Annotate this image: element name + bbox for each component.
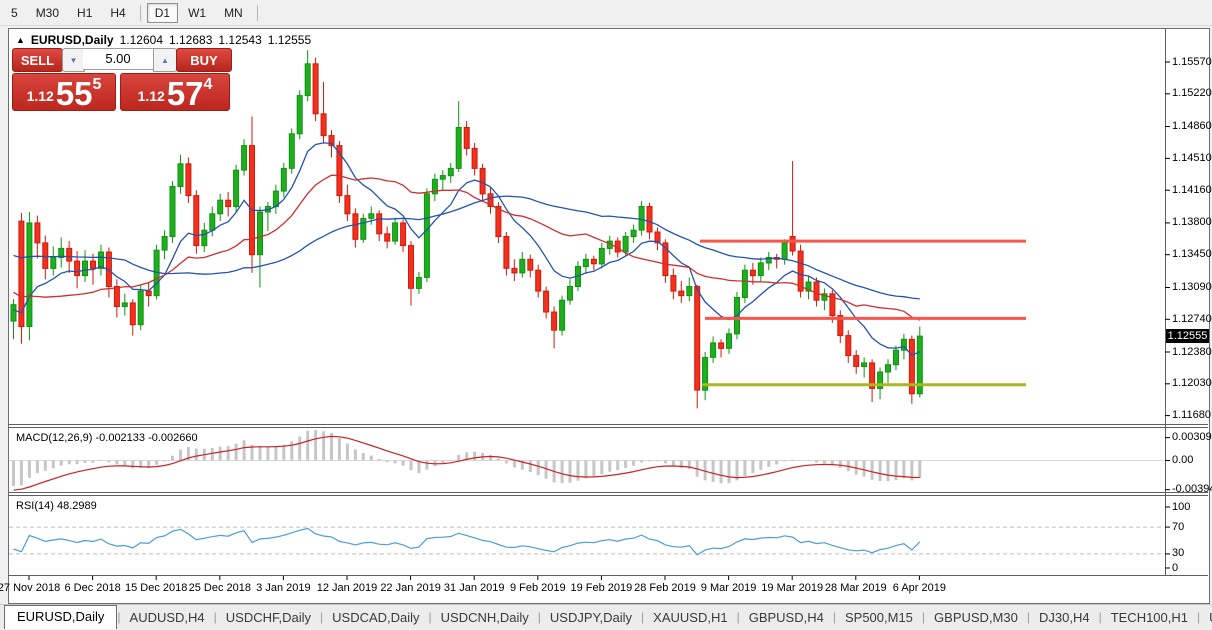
ohlc-open: 1.12604 bbox=[119, 33, 163, 47]
price-axis-label: 1.13800 bbox=[1172, 216, 1212, 229]
price-axis-label: 1.12380 bbox=[1172, 345, 1212, 358]
buy-price-prefix: 1.12 bbox=[137, 88, 165, 104]
one-click-trade-panel: SELL ▼ 5.00 ▲ BUY 1.12 55 5 1.12 57 4 bbox=[12, 48, 232, 111]
rsi-label: RSI(14) 48.2989 bbox=[16, 500, 97, 512]
ohlc-low: 1.12543 bbox=[218, 33, 262, 47]
tab-usdcnh-daily[interactable]: USDCNH,Daily bbox=[432, 607, 538, 629]
price-axis-label: 1.14860 bbox=[1172, 120, 1212, 133]
timeframe-button-mn[interactable]: MN bbox=[216, 3, 251, 23]
tab-tech100-h1[interactable]: TECH100,H1 bbox=[1102, 607, 1197, 629]
tab-audusd-h4[interactable]: AUDUSD,H4 bbox=[121, 607, 214, 629]
timeframe-button-5[interactable]: 5 bbox=[3, 3, 26, 23]
volume-increase-button[interactable]: ▲ bbox=[153, 48, 177, 72]
toolbar-separator bbox=[139, 4, 141, 21]
sell-price-sup: 5 bbox=[92, 76, 102, 93]
date-axis-label: 19 Mar 2019 bbox=[761, 582, 824, 594]
collapse-triangle-icon[interactable]: ▲ bbox=[16, 35, 25, 45]
sell-button[interactable]: SELL bbox=[12, 48, 63, 72]
timeframe-button-w1[interactable]: W1 bbox=[180, 3, 214, 23]
price-axis-label: 1.12030 bbox=[1172, 377, 1212, 390]
tab-usdchf-daily[interactable]: USDCHF,Daily bbox=[217, 607, 320, 629]
date-axis-label: 6 Apr 2019 bbox=[892, 582, 946, 594]
macd-label: MACD(12,26,9) -0.002133 -0.002660 bbox=[16, 432, 198, 444]
timeframe-button-h4[interactable]: H4 bbox=[102, 3, 133, 23]
timeframe-toolbar: 5 M30 H1 H4 D1 W1 MN bbox=[0, 0, 1212, 26]
pane-separator-dates bbox=[8, 575, 1208, 576]
buy-button[interactable]: BUY bbox=[176, 48, 232, 72]
toolbar-separator bbox=[256, 4, 258, 21]
pane-separator-macd-top bbox=[8, 424, 1208, 425]
timeframe-button-d1[interactable]: D1 bbox=[146, 2, 179, 23]
buy-price-sup: 4 bbox=[203, 76, 213, 93]
price-axis-label: 1.14160 bbox=[1172, 183, 1212, 196]
ohlc-high: 1.12683 bbox=[169, 33, 213, 47]
date-axis-label: 25 Dec 2018 bbox=[188, 582, 251, 594]
price-axis-divider bbox=[1165, 28, 1166, 576]
sell-price-button[interactable]: 1.12 55 5 bbox=[12, 73, 116, 111]
pane-separator-macd-bottom bbox=[8, 427, 1208, 428]
volume-decrease-button[interactable]: ▼ bbox=[62, 48, 85, 72]
tab-eurusd-daily[interactable]: EURUSD,Daily bbox=[4, 605, 118, 629]
tab-gbpusd-m30[interactable]: GBPUSD,M30 bbox=[925, 607, 1027, 629]
pane-separator-rsi-bottom bbox=[8, 495, 1208, 496]
rsi-axis-label: 70 bbox=[1172, 520, 1185, 533]
price-axis-label: 1.15220 bbox=[1172, 87, 1212, 100]
date-axis-label: 28 Mar 2019 bbox=[824, 582, 887, 594]
date-axis-label: 12 Jan 2019 bbox=[316, 582, 378, 594]
tab-usdcad-daily[interactable]: USDCAD,Daily bbox=[323, 607, 428, 629]
chart-title: ▲ EURUSD,Daily 1.12604 1.12683 1.12543 1… bbox=[16, 33, 311, 47]
macd-axis-label: 0.003095 bbox=[1172, 431, 1212, 444]
date-axis-label: 22 Jan 2019 bbox=[380, 582, 441, 594]
tab-usdjpy-daily[interactable]: USDJPY,Daily bbox=[541, 607, 641, 629]
date-axis-label: 27 Nov 2018 bbox=[0, 582, 61, 594]
macd-axis-label: -0.003947 bbox=[1172, 483, 1212, 496]
price-axis-label: 1.11680 bbox=[1172, 409, 1211, 422]
timeframe-button-m30[interactable]: M30 bbox=[28, 3, 67, 23]
date-axis-label: 3 Jan 2019 bbox=[256, 582, 311, 594]
tab-xauusd-h1[interactable]: XAUUSD,H1 bbox=[644, 607, 736, 629]
price-axis-label: 1.15570 bbox=[1172, 55, 1212, 68]
date-axis-label: 9 Feb 2019 bbox=[509, 582, 566, 594]
tab-sp500-m15[interactable]: SP500,M15 bbox=[836, 607, 922, 629]
rsi-axis-label: 100 bbox=[1172, 500, 1191, 513]
chart-tab-bar: EURUSD,Daily | AUDUSD,H4 | USDCHF,Daily | USDC… bbox=[0, 604, 1212, 629]
date-axis-label: 6 Dec 2018 bbox=[64, 582, 121, 594]
price-axis-label: 1.14510 bbox=[1172, 151, 1212, 164]
rsi-axis-label: 0 bbox=[1172, 561, 1179, 574]
chart-symbol-label: EURUSD,Daily bbox=[30, 33, 114, 47]
price-axis-label: 1.13450 bbox=[1172, 248, 1212, 261]
pane-separator-rsi-top bbox=[8, 492, 1208, 493]
sell-price-prefix: 1.12 bbox=[26, 88, 54, 104]
price-axis-label: 1.13090 bbox=[1172, 280, 1212, 293]
tab-uko[interactable]: UKO bbox=[1200, 607, 1212, 629]
tab-dj30-h4[interactable]: DJ30,H4 bbox=[1030, 607, 1099, 629]
ohlc-close: 1.12555 bbox=[267, 33, 312, 47]
timeframe-button-h1[interactable]: H1 bbox=[69, 3, 100, 23]
sell-price-big: 55 bbox=[55, 75, 93, 112]
macd-axis-label: 0.00 bbox=[1172, 454, 1194, 466]
current-price-tag: 1.12555 bbox=[1166, 329, 1209, 343]
date-axis-label: 9 Mar 2019 bbox=[700, 582, 757, 594]
date-axis-label: 15 Dec 2018 bbox=[124, 582, 188, 594]
date-axis-label: 28 Feb 2019 bbox=[634, 582, 696, 594]
date-axis-label: 31 Jan 2019 bbox=[443, 582, 505, 594]
date-axis-label: 19 Feb 2019 bbox=[570, 582, 633, 594]
tab-gbpusd-h4[interactable]: GBPUSD,H4 bbox=[740, 607, 833, 629]
price-axis-label: 1.12740 bbox=[1172, 312, 1212, 325]
buy-price-button[interactable]: 1.12 57 4 bbox=[120, 73, 230, 111]
volume-input[interactable]: 5.00 bbox=[83, 48, 153, 70]
buy-price-big: 57 bbox=[166, 75, 204, 112]
rsi-axis-label: 30 bbox=[1172, 547, 1185, 560]
